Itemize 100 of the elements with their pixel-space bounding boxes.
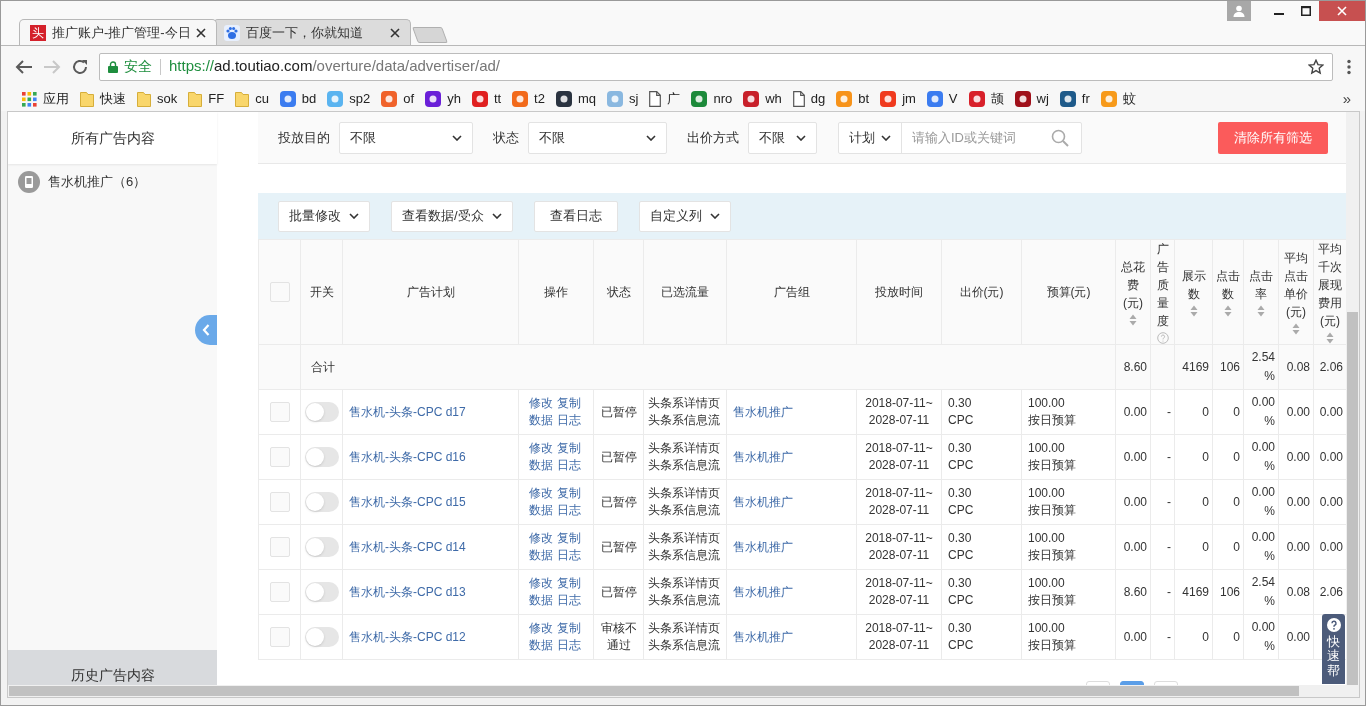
bookmark[interactable]: 广: [646, 88, 684, 110]
action-link[interactable]: 日志: [557, 412, 581, 429]
bookmark[interactable]: 应用: [19, 88, 72, 110]
action-link[interactable]: 数据: [529, 502, 553, 519]
action-link[interactable]: 日志: [557, 547, 581, 564]
bookmark[interactable]: V: [923, 88, 961, 110]
checkbox[interactable]: [269, 447, 290, 467]
action-link[interactable]: 日志: [557, 502, 581, 519]
sort-icon[interactable]: [1292, 323, 1300, 335]
checkbox[interactable]: [269, 537, 290, 557]
toolbar-button[interactable]: 自定义列: [638, 200, 731, 232]
toolbar-button[interactable]: 查看数据/受众: [391, 200, 513, 232]
bookmark[interactable]: t2: [509, 88, 548, 110]
action-link[interactable]: 复制: [557, 485, 581, 502]
toggle-switch[interactable]: [304, 627, 339, 647]
search-scope-select[interactable]: 计划: [839, 122, 902, 153]
action-link[interactable]: 数据: [529, 457, 553, 474]
action-link[interactable]: 复制: [557, 395, 581, 412]
bookmark[interactable]: FF: [185, 88, 228, 110]
menu-icon[interactable]: [1347, 58, 1351, 75]
action-link[interactable]: 复制: [557, 530, 581, 547]
group-link[interactable]: 售水机推广: [733, 405, 793, 419]
back-arrow-icon[interactable]: [15, 58, 33, 75]
toggle-switch[interactable]: [304, 582, 339, 602]
star-icon[interactable]: [1308, 58, 1324, 75]
checkbox[interactable]: [269, 492, 290, 512]
vertical-scrollbar[interactable]: [1346, 112, 1359, 686]
bookmark[interactable]: sj: [604, 88, 642, 110]
group-link[interactable]: 售水机推广: [733, 540, 793, 554]
bookmark[interactable]: dg: [789, 88, 829, 110]
toggle-switch[interactable]: [304, 537, 339, 557]
bookmark[interactable]: 颉: [965, 88, 1007, 110]
action-link[interactable]: 修改: [529, 530, 553, 547]
toggle-switch[interactable]: [304, 492, 339, 512]
bookmark[interactable]: 快速: [77, 88, 129, 110]
checkbox[interactable]: [269, 582, 290, 602]
bookmark[interactable]: bt: [833, 88, 873, 110]
history-section[interactable]: 历史广告内容: [8, 650, 217, 686]
more-bookmarks-button[interactable]: »: [1342, 87, 1351, 111]
checkbox[interactable]: [269, 627, 290, 647]
filter-select[interactable]: 不限: [748, 121, 817, 154]
bookmark[interactable]: yh: [422, 88, 464, 110]
bookmark[interactable]: wj: [1011, 88, 1052, 110]
action-link[interactable]: 修改: [529, 440, 553, 457]
bookmark[interactable]: tt: [468, 88, 505, 110]
bookmark[interactable]: jm: [877, 88, 919, 110]
bookmark[interactable]: 蚊: [1097, 88, 1139, 110]
toolbar-button[interactable]: 批量修改: [278, 200, 370, 232]
profile-button[interactable]: [1227, 1, 1251, 21]
group-link[interactable]: 售水机推广: [733, 630, 793, 644]
bookmark[interactable]: mq: [552, 88, 599, 110]
action-link[interactable]: 修改: [529, 575, 553, 592]
action-link[interactable]: 日志: [557, 592, 581, 609]
help-button[interactable]: 快速帮: [1322, 614, 1345, 684]
collapse-sidebar-button[interactable]: [195, 315, 217, 345]
browser-tab[interactable]: 头 推广账户-推广管理-今日: [19, 19, 217, 45]
action-link[interactable]: 复制: [557, 620, 581, 637]
bookmark[interactable]: bd: [276, 88, 320, 110]
group-link[interactable]: 售水机推广: [733, 585, 793, 599]
action-link[interactable]: 数据: [529, 412, 553, 429]
filter-select[interactable]: 不限: [528, 121, 667, 154]
close-icon[interactable]: [390, 27, 400, 38]
reload-icon[interactable]: [71, 57, 89, 76]
address-bar[interactable]: 安全 https://ad.toutiao.com/overture/data/advertiser/ad/: [99, 52, 1333, 81]
new-tab-button[interactable]: [412, 27, 448, 43]
search-icon[interactable]: [1051, 128, 1069, 147]
toggle-switch[interactable]: [304, 447, 339, 467]
group-link[interactable]: 售水机推广: [733, 495, 793, 509]
action-link[interactable]: 复制: [557, 440, 581, 457]
search-field[interactable]: 计划 请输入ID或关键词: [838, 121, 1082, 154]
sort-icon[interactable]: [1326, 332, 1334, 344]
close-icon[interactable]: [196, 27, 206, 38]
action-link[interactable]: 日志: [557, 457, 581, 474]
action-link[interactable]: 修改: [529, 485, 553, 502]
sidebar-item[interactable]: 售水机推广（6）: [8, 165, 217, 199]
action-link[interactable]: 复制: [557, 575, 581, 592]
bookmark[interactable]: sok: [134, 88, 181, 110]
bookmark[interactable]: nro: [688, 88, 736, 110]
sort-icon[interactable]: [1129, 314, 1137, 326]
checkbox[interactable]: [269, 402, 290, 422]
toolbar-button[interactable]: 查看日志: [533, 200, 618, 232]
sort-icon[interactable]: [1257, 305, 1265, 317]
group-link[interactable]: 售水机推广: [733, 450, 793, 464]
filter-select[interactable]: 不限: [339, 121, 473, 154]
bookmark[interactable]: sp2: [324, 88, 374, 110]
sort-icon[interactable]: [1189, 305, 1198, 317]
action-link[interactable]: 数据: [529, 592, 553, 609]
bookmark[interactable]: wh: [740, 88, 785, 110]
action-link[interactable]: 日志: [557, 637, 581, 654]
toggle-switch[interactable]: [304, 402, 339, 422]
bookmark[interactable]: fr: [1056, 88, 1093, 110]
action-link[interactable]: 修改: [529, 395, 553, 412]
action-link[interactable]: 修改: [529, 620, 553, 637]
bookmark[interactable]: cu: [232, 88, 272, 110]
bookmark[interactable]: of: [378, 88, 418, 110]
action-link[interactable]: 数据: [529, 637, 553, 654]
horizontal-scrollbar[interactable]: [8, 685, 1359, 697]
question-icon[interactable]: [1156, 332, 1169, 344]
action-link[interactable]: 数据: [529, 547, 553, 564]
sort-icon[interactable]: [1224, 305, 1232, 317]
